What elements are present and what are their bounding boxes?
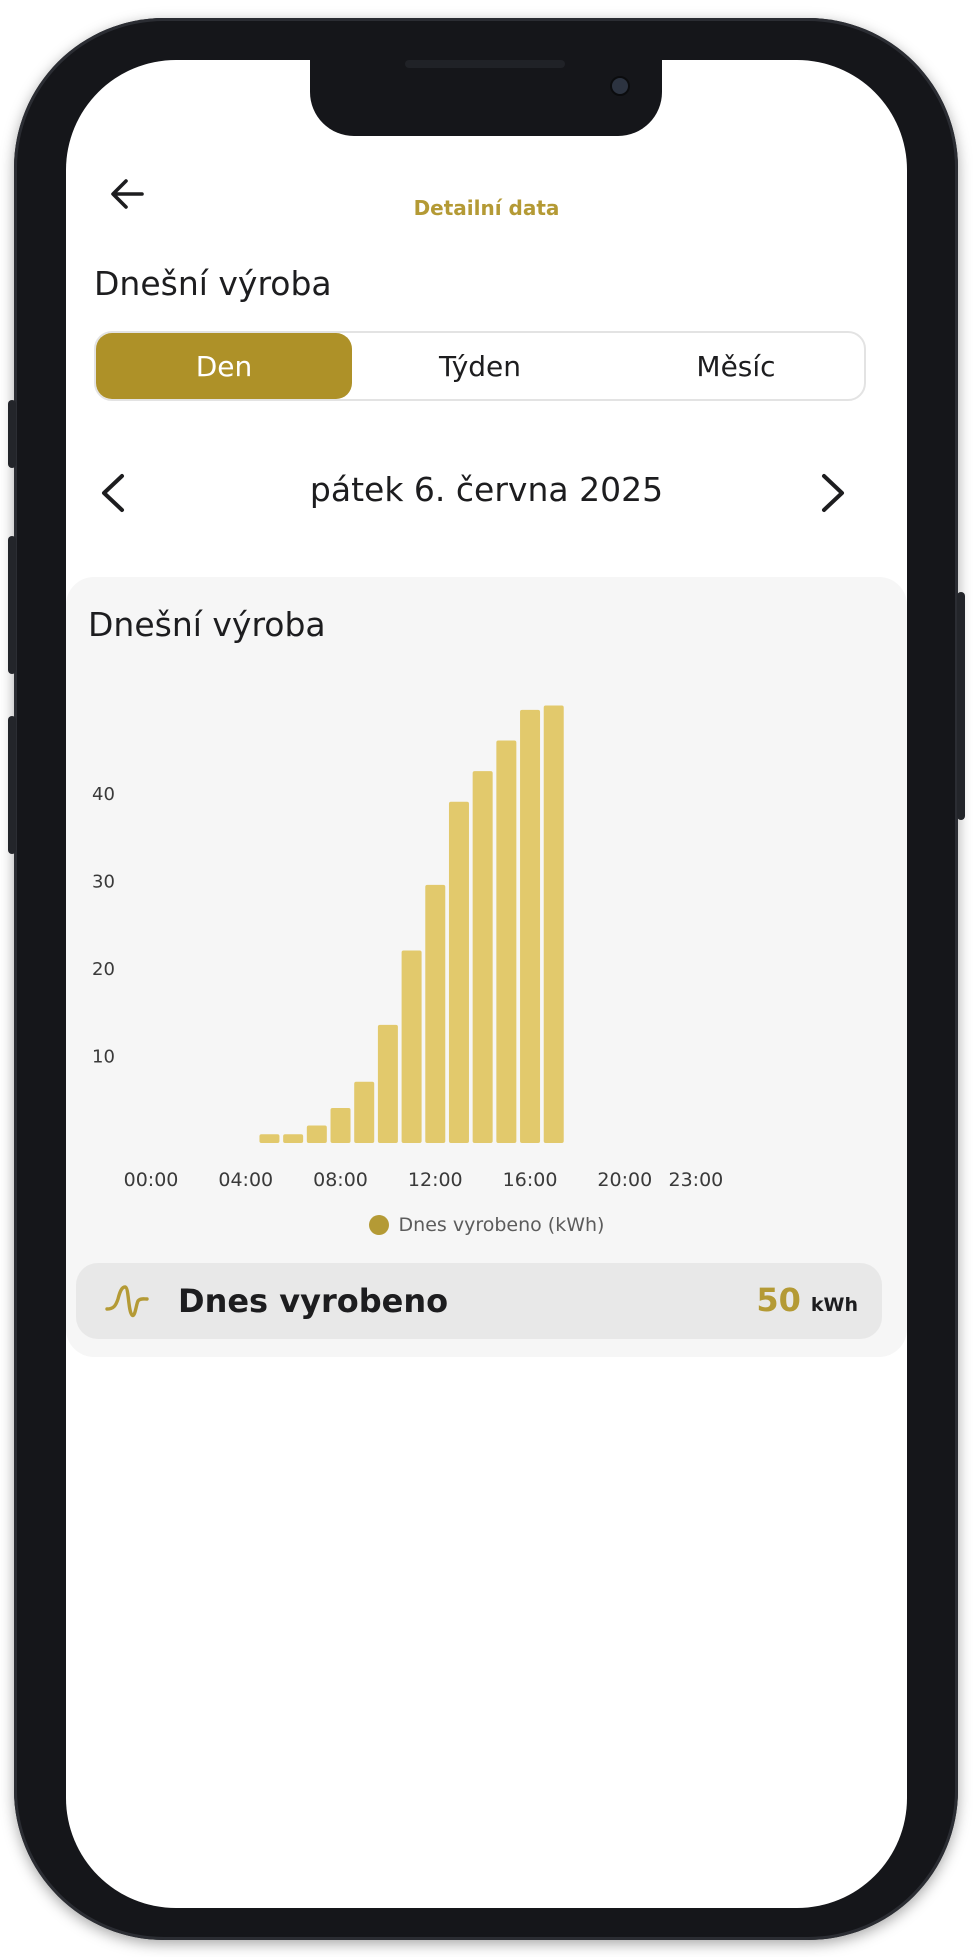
summary-label: Dnes vyrobeno [178, 1282, 449, 1320]
phone-power-button [957, 592, 965, 820]
chart-bar [283, 1134, 304, 1143]
chevron-right-icon [822, 474, 844, 512]
summary-value: 50 [756, 1281, 801, 1319]
page-title: Detailní data [413, 196, 560, 220]
x-tick-label: 12:00 [408, 1169, 463, 1191]
chart-bar [543, 705, 564, 1143]
phone-side-button [8, 400, 16, 468]
x-tick-label: 00:00 [124, 1169, 179, 1191]
chart-bar [330, 1108, 351, 1143]
phone-volume-up [8, 536, 16, 674]
chart-bar [472, 771, 493, 1143]
production-bar-chart: 10 20 30 40 00:00 04:00 08:00 12:00 16:00 20:00 23… [92, 705, 723, 1191]
tab-day[interactable]: Den [96, 333, 352, 399]
x-tick-label: 08:00 [313, 1169, 368, 1191]
section-title: Dnešní výroba [94, 264, 332, 303]
chart-bar [259, 1134, 280, 1143]
period-segmented-control: Den Týden Měsíc [94, 331, 866, 401]
current-date: pátek 6. června 2025 [309, 470, 664, 509]
today-production-summary: Dnes vyrobeno 50 kWh [76, 1263, 882, 1339]
notch [310, 60, 662, 136]
y-tick-label: 20 [92, 959, 115, 980]
phone-volume-down [8, 716, 16, 854]
camera-icon [610, 76, 630, 96]
legend-swatch [368, 1215, 389, 1235]
tab-month[interactable]: Měsíc [608, 333, 864, 399]
tab-week[interactable]: Týden [352, 333, 608, 399]
summary-unit: kWh [810, 1294, 858, 1316]
chart-bar [354, 1081, 375, 1143]
date-navigator: pátek 6. června 2025 [66, 458, 907, 528]
production-card: Dnešní výroba 10 20 30 40 00:00 04:00 08:00 12:… [66, 577, 907, 1357]
legend-label: Dnes vyrobeno (kWh) [398, 1214, 605, 1236]
x-tick-label: 20:00 [597, 1169, 652, 1191]
chart-bar [520, 709, 541, 1143]
chart-legend: Dnes vyrobeno (kWh) [66, 1214, 907, 1236]
x-tick-label: 23:00 [668, 1169, 723, 1191]
chart-bar [401, 950, 422, 1143]
y-tick-label: 30 [92, 872, 115, 893]
chart-bar [425, 884, 446, 1143]
wave-icon [105, 1285, 149, 1318]
next-day-button[interactable] [806, 468, 856, 518]
speaker-grille [405, 60, 565, 68]
y-tick-label: 40 [92, 784, 115, 805]
y-tick-label: 10 [92, 1047, 115, 1068]
summary-value-group: 50 kWh [756, 1281, 858, 1319]
chart-bar [377, 1024, 398, 1143]
x-tick-label: 16:00 [503, 1169, 558, 1191]
chart-bar [448, 801, 469, 1143]
chart-bar [306, 1125, 327, 1143]
x-tick-label: 04:00 [218, 1169, 273, 1191]
chart-bar [496, 740, 517, 1143]
app-screen: Detailní data Dnešní výroba Den Týden Mě… [66, 60, 907, 1908]
